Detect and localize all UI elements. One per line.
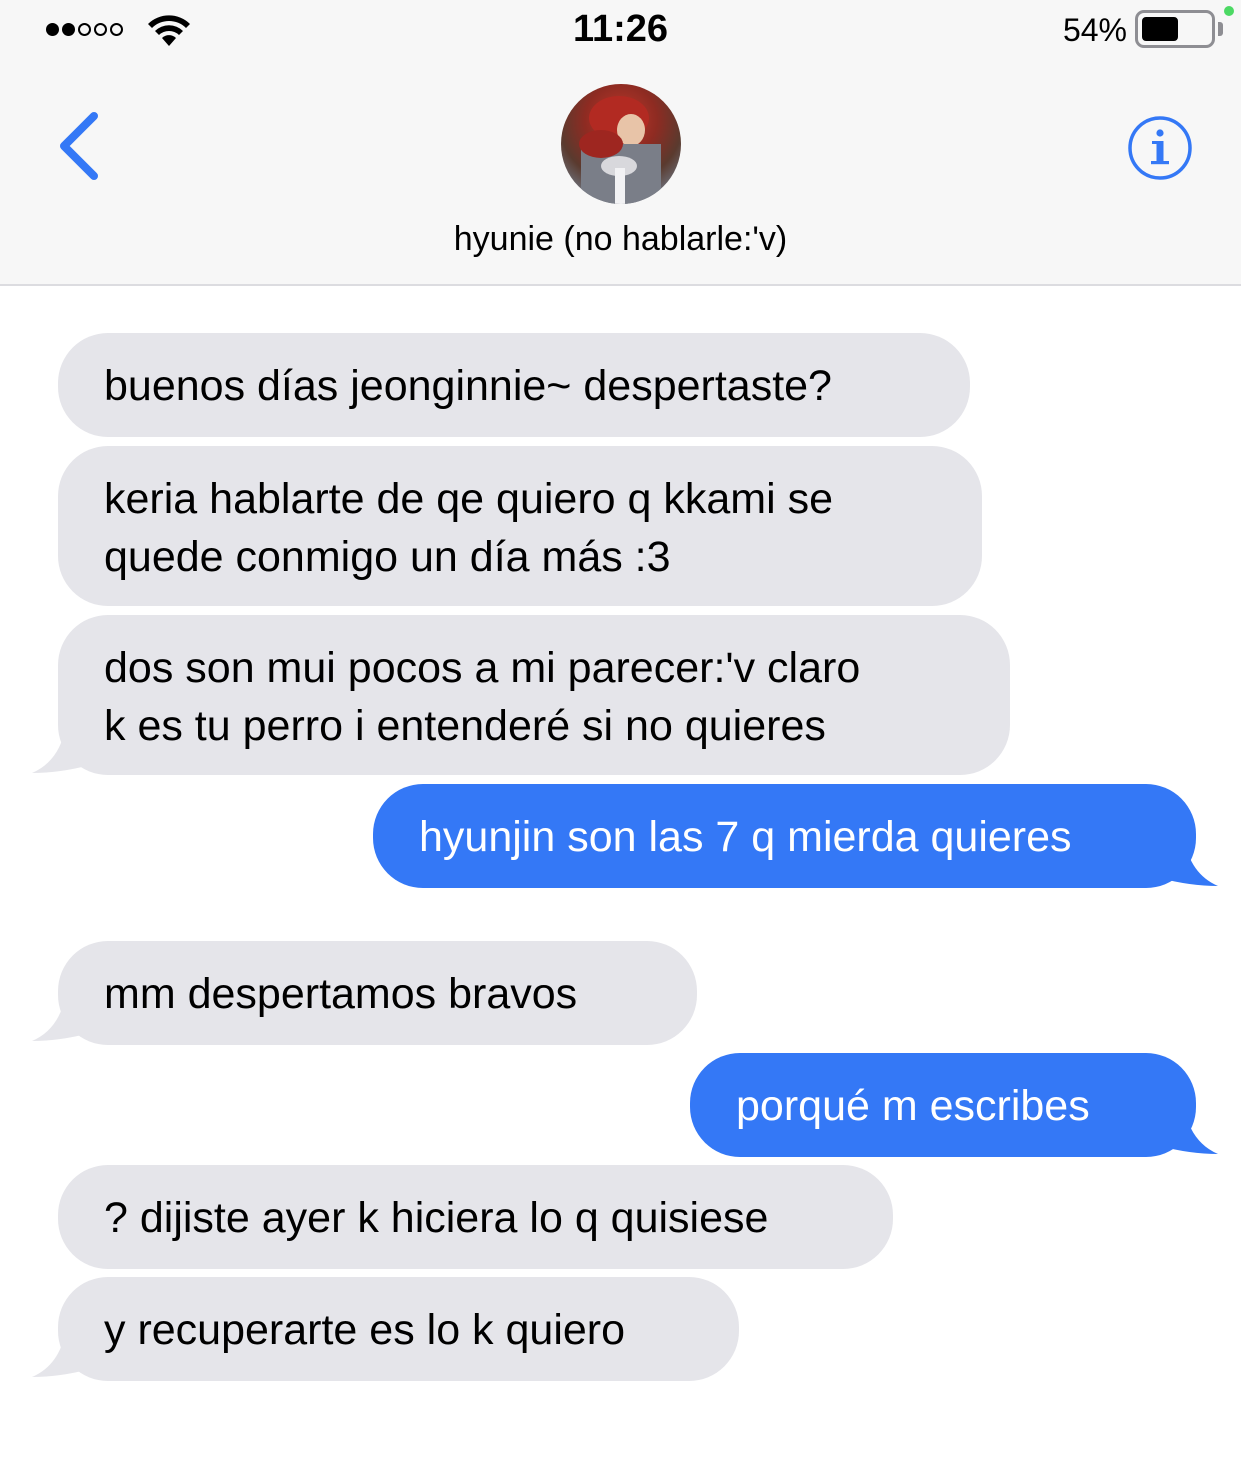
avatar-photo	[579, 96, 661, 204]
message-bubble-incoming[interactable]: mm despertamos bravos	[58, 941, 697, 1045]
back-button[interactable]	[46, 104, 116, 188]
message-text: buenos días jeonginnie~ despertaste?	[104, 362, 832, 410]
info-button[interactable]	[1126, 114, 1194, 182]
message-bubble-incoming[interactable]: y recuperarte es lo k quiero	[58, 1277, 739, 1381]
status-bar: 11:26 54%	[0, 0, 1241, 60]
message-text: hyunjin son las 7 q mierda quieres	[419, 813, 1072, 861]
message-text-line: k es tu perro i entenderé si no quieres	[104, 702, 826, 750]
message-bubble-outgoing[interactable]: porqué m escribes	[690, 1053, 1196, 1157]
message-bubble-outgoing[interactable]: hyunjin son las 7 q mierda quieres	[373, 784, 1196, 888]
message-bubble-incoming[interactable]: ? dijiste ayer k hiciera lo q quisiese	[58, 1165, 893, 1269]
contact-name[interactable]: hyunie (no hablarle:'v)	[0, 220, 1241, 259]
message-bubble-incoming[interactable]: keria hablarte de qe quiero q kkami se q…	[58, 446, 982, 606]
message-text: y recuperarte es lo k quiero	[104, 1306, 626, 1354]
message-text: porqué m escribes	[736, 1082, 1090, 1130]
status-indicator-dot	[1224, 6, 1234, 16]
chevron-left-icon	[60, 112, 98, 180]
message-text-line: dos son mui pocos a mi parecer:'v claro	[104, 644, 861, 692]
message-text: ? dijiste ayer k hiciera lo q quisiese	[104, 1194, 769, 1242]
messages-screen: 11:26 54% hyunie (no hablarle:'v) buenos…	[0, 0, 1241, 1472]
message-text-line: quede conmigo un día más :3	[104, 533, 671, 581]
battery-percentage: 54%	[1062, 12, 1127, 48]
message-text: mm despertamos bravos	[104, 970, 578, 1018]
message-text-line: keria hablarte de qe quiero q kkami se	[104, 475, 834, 523]
battery-icon	[1135, 10, 1215, 48]
info-icon	[1128, 116, 1192, 180]
message-bubble-incoming[interactable]: dos son mui pocos a mi parecer:'v claro …	[58, 615, 1010, 775]
message-bubble-incoming[interactable]: buenos días jeonginnie~ despertaste?	[58, 333, 970, 437]
battery-tip	[1218, 22, 1223, 36]
contact-avatar[interactable]	[561, 84, 681, 204]
battery-fill	[1142, 17, 1178, 41]
status-time: 11:26	[572, 8, 669, 50]
